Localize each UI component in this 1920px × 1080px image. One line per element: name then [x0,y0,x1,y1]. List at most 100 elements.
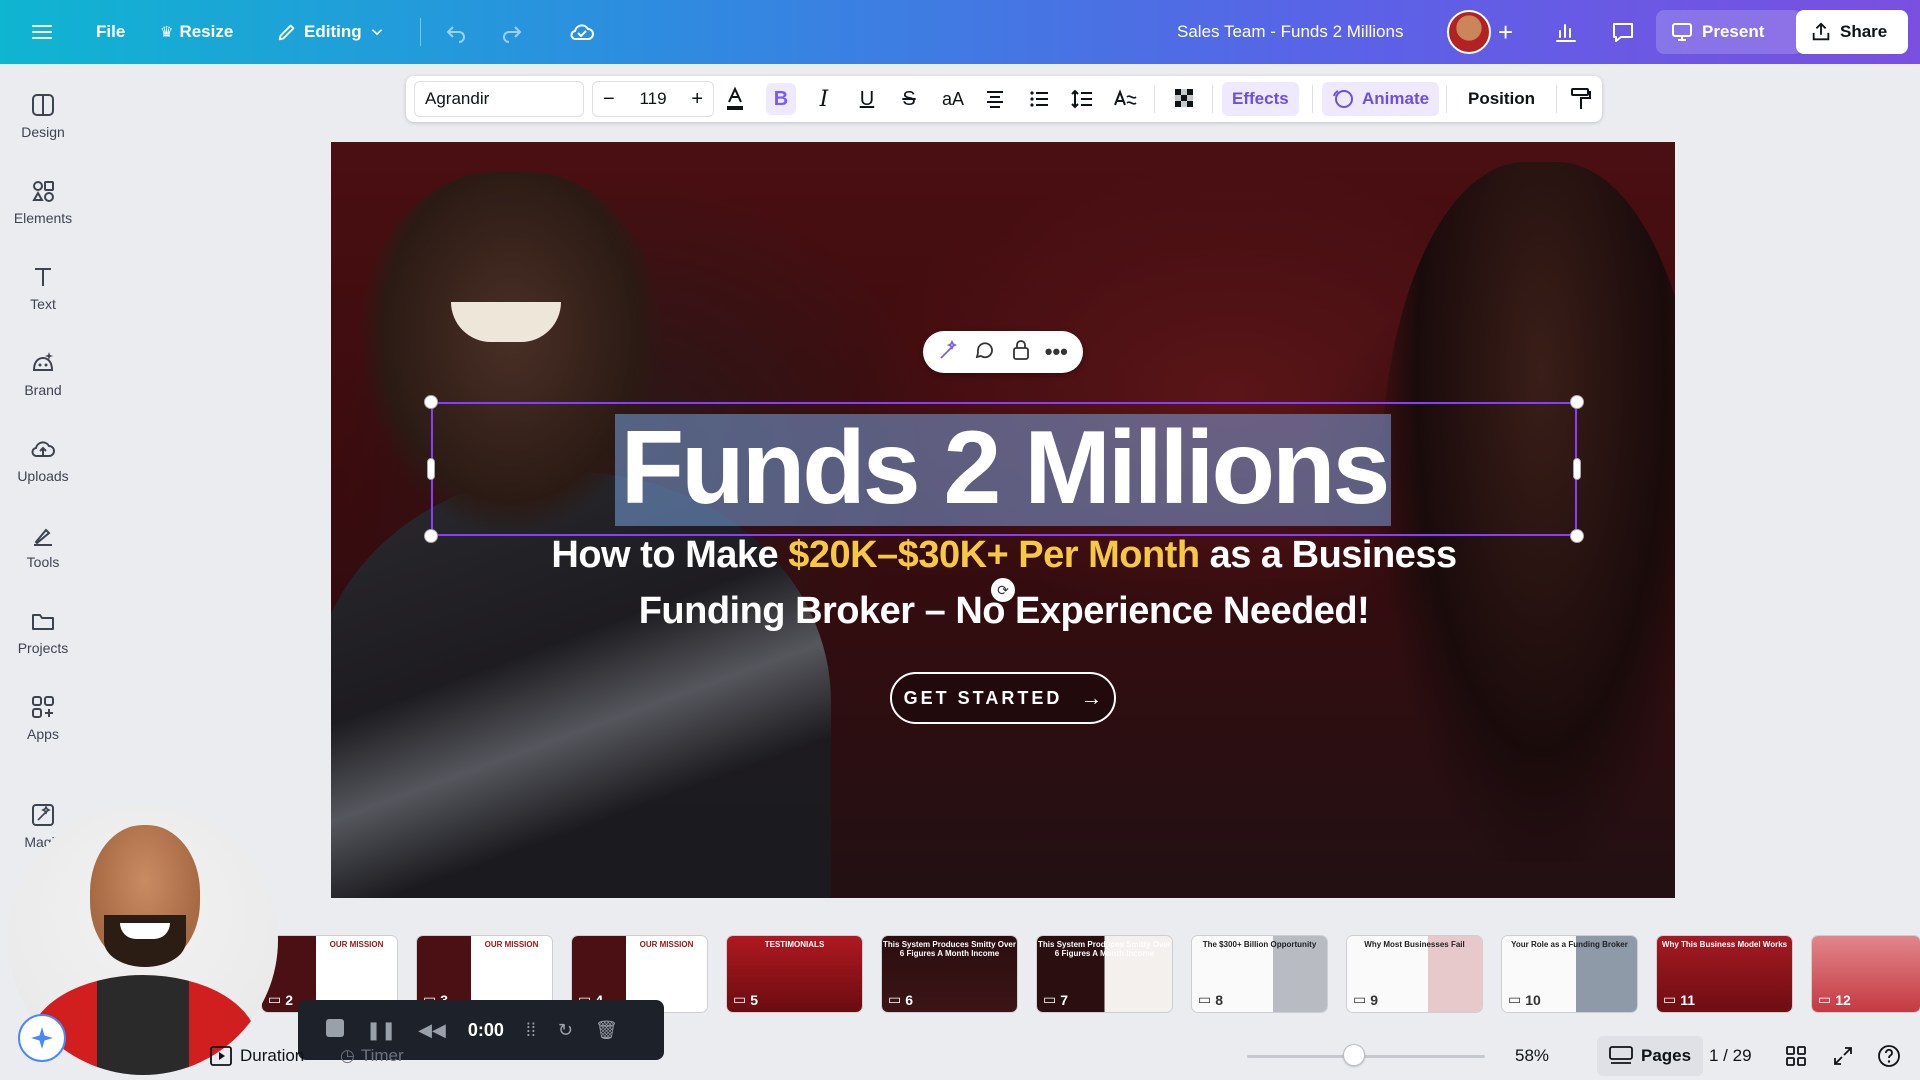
top-bar: File ♛ Resize Editing Sales Team - Funds… [0,0,1920,64]
font-size-control: − 119 + [592,81,714,117]
page-number: ▭ 9 [1353,991,1379,1008]
comment-icon: ▭ [268,991,282,1007]
zoom-slider-handle[interactable] [1343,1044,1366,1066]
spacing-button[interactable] [1067,76,1097,122]
page-thumbnail[interactable]: The $300+ Billion Opportunity ▭ 8 [1192,936,1327,1012]
sidebar-item-text[interactable]: Text [0,264,86,312]
animate-button[interactable]: Animate [1322,82,1440,116]
magic-edit-button[interactable] [938,339,960,366]
undo-button[interactable] [444,0,468,64]
animate-icon [1333,90,1353,108]
resize-handle-top-right[interactable] [1570,395,1584,409]
font-family-dropdown[interactable]: Agrandir [414,81,584,117]
pages-button[interactable]: Pages [1597,1036,1704,1076]
get-started-button[interactable]: GET STARTED → [890,672,1116,724]
more-options-button[interactable]: ••• [1045,339,1068,365]
redo-button[interactable] [500,0,524,64]
zoom-percentage[interactable]: 58% [1515,1036,1549,1076]
help-icon [1878,1045,1900,1067]
resize-button[interactable]: ♛ Resize [160,0,233,64]
underline-button[interactable]: U [852,76,882,122]
resize-handle-top-left[interactable] [424,395,438,409]
comment-icon: ▭ [1198,991,1212,1007]
font-size-value[interactable]: 119 [639,89,666,109]
copy-style-button[interactable] [1566,76,1596,122]
help-button[interactable] [1877,1036,1901,1076]
page-thumbnail[interactable]: This System Produces Smitty Over 6 Figur… [882,936,1017,1012]
page-thumbnail[interactable]: TESTIMONIALS ▭ 5 [727,936,862,1012]
transparency-button[interactable] [1170,76,1200,122]
restart-button[interactable]: ↻ [558,1020,573,1041]
slide-canvas[interactable]: Funds 2 Millions ••• How to Make $20K–$3… [331,142,1675,898]
sidebar-item-apps[interactable]: Apps [0,694,86,742]
divider [1312,85,1313,113]
resize-handle-right[interactable] [1573,458,1581,480]
lock-button[interactable] [1011,339,1031,366]
letter-case-icon: aA [941,88,965,109]
menu-button[interactable] [30,0,54,64]
resize-handle-left[interactable] [427,458,435,480]
grid-button[interactable]: ⁞⁞ [526,1020,536,1041]
zoom-slider[interactable] [1247,1055,1485,1058]
page-counter[interactable]: 1 / 29 [1709,1036,1752,1076]
elements-icon [32,181,54,202]
sidebar-item-tools[interactable]: Tools [0,522,86,570]
undo-icon [446,26,465,43]
add-collaborator-button[interactable]: + [1498,0,1513,64]
sidebar-item-uploads[interactable]: Uploads [0,436,86,484]
comments-button[interactable] [1609,0,1637,64]
list-button[interactable] [1024,76,1054,122]
decrease-font-size-button[interactable]: − [603,88,615,111]
italic-icon: I [819,86,829,112]
sidebar-item-brand[interactable]: Brand [0,350,86,398]
editing-mode-button[interactable]: Editing [276,0,386,64]
letter-case-button[interactable]: aA [936,76,970,122]
page-thumbnail[interactable]: ▭ 12 [1812,936,1920,1012]
timer-button[interactable]: ◷ Timer [340,1036,404,1076]
text-color-button[interactable] [720,76,750,122]
transparency-icon [1175,89,1193,107]
insights-button[interactable] [1553,0,1579,64]
share-button[interactable]: Share [1796,10,1908,54]
user-avatar[interactable] [1447,10,1491,54]
page-thumbnail[interactable]: Why This Business Model Works ▭ 11 [1657,936,1792,1012]
plus-icon: + [1498,16,1514,47]
cloud-save-button[interactable] [568,0,596,64]
magic-assistant-button[interactable] [18,1014,66,1062]
position-button[interactable]: Position [1458,82,1545,116]
text-style-icon [1114,89,1137,106]
recording-time: 0:00 [467,1019,504,1040]
text-style-button[interactable] [1110,76,1142,122]
divider [1556,85,1557,113]
align-button[interactable] [980,76,1010,122]
strikethrough-icon: S [902,87,916,110]
duration-button[interactable]: Duration [210,1036,304,1076]
comment-icon: ▭ [1818,991,1832,1007]
file-menu[interactable]: File [96,0,125,64]
comment-button[interactable] [974,339,996,366]
delete-button[interactable]: 🗑 [595,1020,618,1041]
grid-view-button[interactable] [1785,1036,1807,1076]
page-thumbnail[interactable]: This System Produces Smitty Over 6 Figur… [1037,936,1172,1012]
sidebar-item-projects[interactable]: Projects [0,608,86,656]
bold-icon: B [773,87,789,110]
present-button[interactable]: Present [1656,10,1802,54]
page-thumbnail[interactable]: Your Role as a Funding Broker ▭ 10 [1502,936,1637,1012]
slide-subheadline-line1[interactable]: How to Make $20K–$30K+ Per Month as a Bu… [431,534,1577,577]
effects-button[interactable]: Effects [1222,82,1299,116]
italic-button[interactable]: I [809,76,839,122]
grid-dots-icon: ⁞⁞ [525,1019,536,1040]
page-number: ▭ 2 [268,991,294,1008]
page-thumbnail[interactable]: Why Most Businesses Fail ▭ 9 [1347,936,1482,1012]
sidebar-item-elements[interactable]: Elements [0,178,86,226]
strikethrough-button[interactable]: S [894,76,924,122]
increase-font-size-button[interactable]: + [691,88,703,111]
sidebar-item-design[interactable]: Design [0,92,86,140]
fullscreen-button[interactable] [1832,1036,1854,1076]
chevron-down-icon [371,29,382,36]
comment-icon: ▭ [1508,991,1522,1007]
rotate-handle[interactable]: ⟳ [991,578,1015,602]
document-title[interactable]: Sales Team - Funds 2 Millions [1177,0,1403,64]
rewind-button[interactable]: ◀◀ [418,1020,446,1041]
bold-button[interactable]: B [766,83,796,115]
